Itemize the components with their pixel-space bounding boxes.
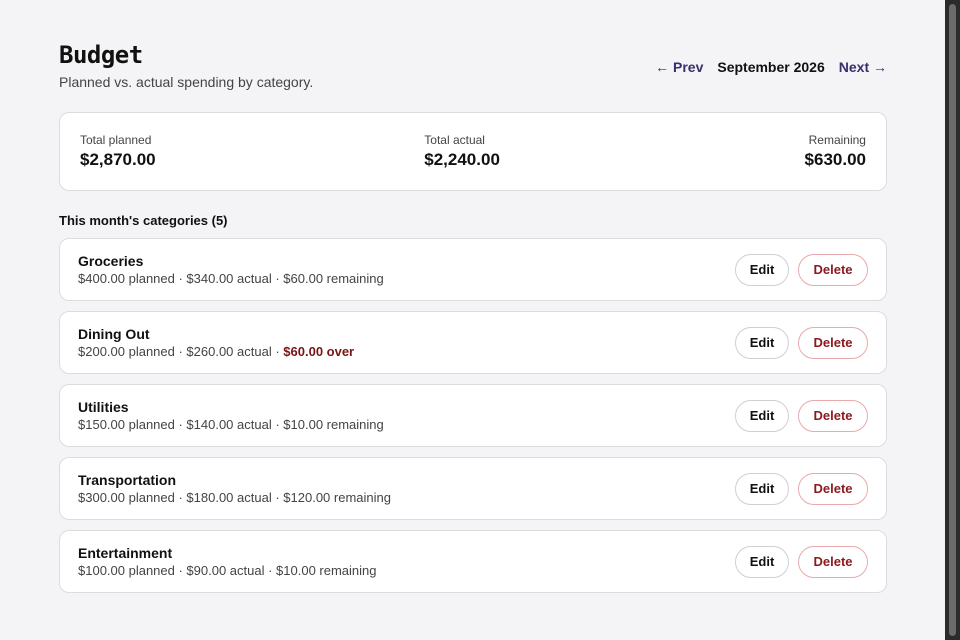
title-block: Budget Planned vs. actual spending by ca…	[59, 40, 313, 90]
total-actual-value: $2,240.00	[424, 150, 500, 169]
category-actions: Edit Delete	[735, 326, 868, 359]
categories-heading: This month's categories (5)	[59, 213, 228, 228]
total-actual-label: Total actual	[424, 133, 485, 147]
page-subtitle: Planned vs. actual spending by category.	[59, 74, 314, 90]
category-detail: $100.00 planned · $90.00 actual · $10.00…	[78, 563, 377, 578]
remaining: Remaining $630.00	[805, 133, 866, 190]
category-row-groceries: Groceries $400.00 planned · $340.00 actu…	[59, 238, 887, 301]
total-planned-label: Total planned	[80, 133, 152, 147]
prev-month-link[interactable]: ← Prev	[655, 59, 703, 75]
page-title: Budget	[59, 41, 143, 69]
category-amounts: $100.00 planned · $90.00 actual ·	[78, 563, 277, 578]
category-status: $10.00 remaining	[283, 417, 384, 432]
category-row-utilities: Utilities $150.00 planned · $140.00 actu…	[59, 384, 887, 447]
edit-button[interactable]: Edit	[735, 472, 789, 505]
category-detail: $200.00 planned · $260.00 actual · $60.0…	[78, 344, 354, 359]
vertical-scrollbar[interactable]	[945, 0, 960, 640]
delete-button[interactable]: Delete	[798, 326, 868, 359]
category-actions: Edit Delete	[735, 253, 868, 286]
summary-card: Total planned $2,870.00 Total actual $2,…	[59, 112, 887, 191]
category-name: Transportation	[78, 472, 177, 488]
budget-page: Budget Planned vs. actual spending by ca…	[59, 40, 887, 603]
category-name: Entertainment	[78, 545, 173, 561]
category-detail: $300.00 planned · $180.00 actual · $120.…	[78, 490, 391, 505]
category-detail: $400.00 planned · $340.00 actual · $60.0…	[78, 271, 384, 286]
delete-button[interactable]: Delete	[798, 253, 868, 286]
category-amounts: $300.00 planned · $180.00 actual ·	[78, 490, 284, 505]
category-name: Utilities	[78, 399, 129, 415]
month-navigator: ← Prev September 2026 Next →	[655, 59, 887, 75]
category-actions: Edit Delete	[735, 545, 868, 578]
category-info: Transportation $300.00 planned · $180.00…	[78, 472, 391, 505]
category-actions: Edit Delete	[735, 472, 868, 505]
remaining-label: Remaining	[808, 133, 866, 147]
category-list: Groceries $400.00 planned · $340.00 actu…	[59, 238, 887, 593]
edit-button[interactable]: Edit	[735, 399, 789, 432]
total-planned: Total planned $2,870.00	[80, 133, 156, 190]
delete-button[interactable]: Delete	[798, 399, 868, 432]
delete-button[interactable]: Delete	[798, 545, 868, 578]
total-planned-value: $2,870.00	[80, 150, 156, 169]
category-status-over: $60.00 over	[283, 344, 355, 359]
category-amounts: $200.00 planned · $260.00 actual ·	[78, 344, 284, 359]
category-info: Dining Out $200.00 planned · $260.00 act…	[78, 326, 354, 359]
category-info: Entertainment $100.00 planned · $90.00 a…	[78, 545, 377, 578]
next-month-link[interactable]: Next →	[839, 59, 887, 75]
category-row-transportation: Transportation $300.00 planned · $180.00…	[59, 457, 887, 520]
scrollbar-thumb[interactable]	[949, 4, 956, 636]
category-name: Groceries	[78, 253, 144, 269]
remaining-value: $630.00	[804, 150, 866, 169]
category-info: Utilities $150.00 planned · $140.00 actu…	[78, 399, 384, 432]
category-row-entertainment: Entertainment $100.00 planned · $90.00 a…	[59, 530, 887, 593]
category-status: $60.00 remaining	[283, 271, 384, 286]
category-amounts: $150.00 planned · $140.00 actual ·	[78, 417, 284, 432]
total-actual: Total actual $2,240.00	[424, 133, 500, 190]
category-row-dining-out: Dining Out $200.00 planned · $260.00 act…	[59, 311, 887, 374]
category-detail: $150.00 planned · $140.00 actual · $10.0…	[78, 417, 384, 432]
category-info: Groceries $400.00 planned · $340.00 actu…	[78, 253, 384, 286]
edit-button[interactable]: Edit	[735, 326, 789, 359]
category-amounts: $400.00 planned · $340.00 actual ·	[78, 271, 284, 286]
edit-button[interactable]: Edit	[735, 253, 789, 286]
edit-button[interactable]: Edit	[735, 545, 789, 578]
current-month-label: September 2026	[717, 59, 825, 75]
category-name: Dining Out	[78, 326, 150, 342]
category-status: $10.00 remaining	[276, 563, 377, 578]
category-status: $120.00 remaining	[283, 490, 391, 505]
category-actions: Edit Delete	[735, 399, 868, 432]
page-header: Budget Planned vs. actual spending by ca…	[59, 40, 887, 112]
delete-button[interactable]: Delete	[798, 472, 868, 505]
